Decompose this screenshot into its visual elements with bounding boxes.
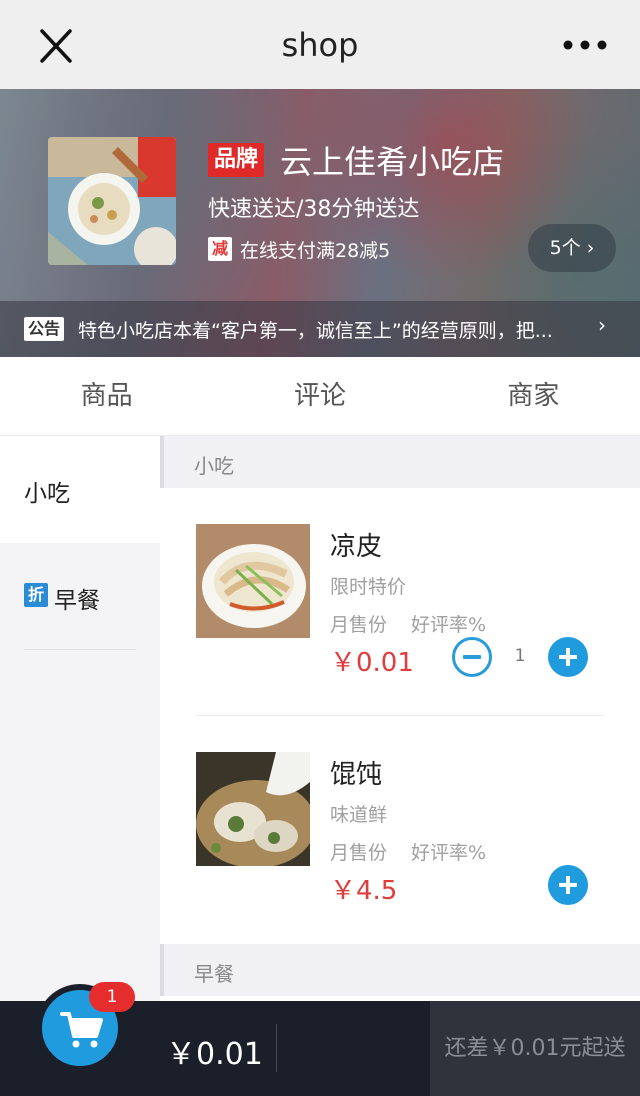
notice-bar[interactable]: 公告 特色小吃店本着“客户第一，诚信至上”的经营原则，把... › [0, 301, 640, 357]
monthly-sales: 月售份 [330, 842, 388, 864]
divider [276, 1024, 277, 1072]
plus-icon[interactable] [548, 637, 588, 677]
notice-tag: 公告 [24, 317, 65, 341]
rating: 好评率% [411, 842, 487, 864]
tab-merchant[interactable]: 商家 [427, 357, 640, 435]
product-image [196, 524, 310, 638]
tab-reviews[interactable]: 评论 [213, 357, 426, 435]
product-stats: 月售份 好评率% [330, 610, 486, 637]
category-header: 小吃 [160, 436, 640, 488]
shop-header: 品牌 云上佳肴小吃店 快速送达/38分钟送达 减 在线支付满28减5 5个 › … [0, 89, 640, 357]
product-stats: 月售份 好评率% [330, 838, 486, 865]
promo-text: 在线支付满28减5 [240, 240, 391, 262]
product-image [196, 752, 310, 866]
product-list: 小吃 凉皮 限时特价 月售份 好评率% ￥0.01 1 馄饨 味道鲜 月售份 好… [160, 436, 640, 1001]
product-name: 馄饨 [330, 760, 383, 790]
divider [24, 649, 136, 650]
product-price: ￥0.01 [330, 648, 414, 678]
monthly-sales: 月售份 [330, 614, 388, 636]
sidebar-item-breakfast[interactable]: 折 早餐 [0, 543, 160, 650]
top-nav-bar: shop [0, 0, 640, 89]
category-sidebar: 小吃 折 早餐 [0, 436, 160, 1001]
list-item[interactable]: 凉皮 限时特价 月售份 好评率% ￥0.01 1 [160, 488, 640, 716]
product-desc: 味道鲜 [330, 804, 388, 826]
list-item[interactable]: 馄饨 味道鲜 月售份 好评率% ￥4.5 [160, 716, 640, 944]
promo-count-button[interactable]: 5个 › [528, 224, 616, 272]
tab-goods[interactable]: 商品 [0, 357, 213, 435]
brand-badge: 品牌 [208, 143, 265, 177]
checkout-button[interactable]: 还差￥0.01元起送 [430, 1001, 640, 1096]
notice-text: 特色小吃店本着“客户第一，诚信至上”的经营原则，把... [78, 320, 553, 342]
rating: 好评率% [411, 614, 487, 636]
discount-icon: 减 [208, 237, 232, 261]
sidebar-item-snacks[interactable]: 小吃 [0, 436, 160, 543]
sidebar-item-label: 早餐 [54, 588, 100, 614]
quantity-value: 1 [514, 646, 526, 666]
shop-logo [48, 137, 176, 265]
product-desc: 限时特价 [330, 576, 407, 598]
category-header: 早餐 [160, 944, 640, 996]
product-price: ￥4.5 [330, 876, 398, 906]
product-name: 凉皮 [330, 532, 383, 562]
minus-icon[interactable] [452, 637, 492, 677]
tab-bar: 商品 评论 商家 [0, 357, 640, 436]
cart-count-badge: 1 [89, 982, 135, 1012]
delivery-info: 快速送达/38分钟送达 [208, 197, 420, 222]
chevron-right-icon: › [598, 313, 606, 337]
cart-total: ￥0.01 [166, 1037, 263, 1072]
plus-icon[interactable] [548, 865, 588, 905]
category-title: 早餐 [194, 962, 234, 986]
shop-name: 云上佳肴小吃店 [280, 143, 505, 181]
category-title: 小吃 [194, 454, 234, 478]
discount-badge-icon: 折 [24, 583, 48, 607]
sidebar-item-label: 小吃 [24, 481, 70, 507]
page-title: shop [281, 26, 359, 64]
cart-icon [60, 1012, 103, 1048]
more-icon[interactable] [560, 30, 610, 60]
